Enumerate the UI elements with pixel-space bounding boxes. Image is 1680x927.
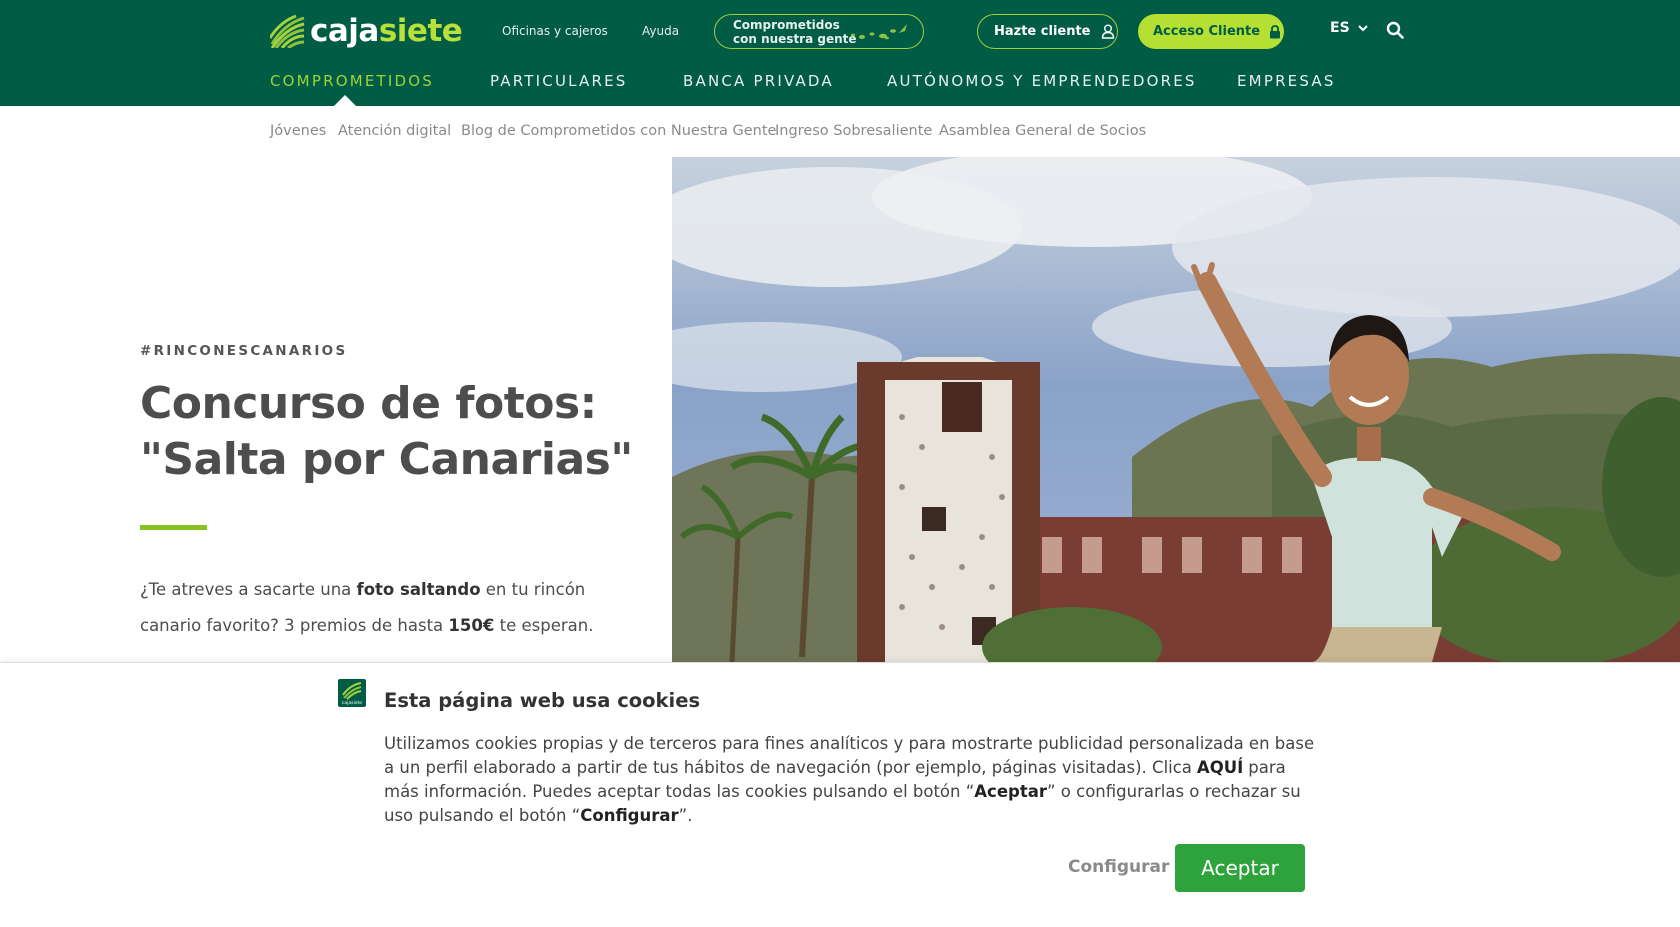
offices-link[interactable]: Oficinas y cajeros [502, 24, 608, 38]
cookie-text-part1: Utilizamos cookies propias y de terceros… [384, 734, 1315, 777]
hero-description: ¿Te atreves a sacarte una foto saltando … [140, 572, 640, 644]
hero-desc-bold1: foto saltando [356, 580, 481, 599]
logo-text: cajasiete [310, 13, 463, 49]
comprometidos-line1: Comprometidos [733, 18, 840, 32]
chevron-down-icon [1357, 24, 1368, 31]
cookie-more-info-link[interactable]: AQUÍ [1197, 758, 1243, 777]
language-label: ES [1330, 20, 1350, 36]
cookie-configure-button[interactable]: Configurar [1068, 857, 1169, 877]
logo-stripes-icon [270, 14, 305, 48]
hero-photo-illustration [672, 157, 1680, 662]
subnav-jovenes[interactable]: Jóvenes [270, 123, 326, 139]
hero-title: Concurso de fotos: "Salta por Canarias" [140, 376, 660, 488]
hazte-cliente-button[interactable]: Hazte cliente [977, 14, 1118, 49]
cookie-text-part4: ”. [678, 806, 693, 825]
subnav-ingreso-sobresaliente[interactable]: Ingreso Sobresaliente [775, 123, 932, 139]
hero-title-line1: Concurso de fotos: [140, 378, 597, 429]
logo-text-siete: siete [378, 13, 463, 49]
hero-hashtag: #RINCONESCANARIOS [140, 343, 348, 359]
cookie-text-config-bold: Configurar [580, 806, 679, 825]
nav-empresas[interactable]: EMPRESAS [1237, 72, 1336, 90]
cookie-accept-button[interactable]: Aceptar [1175, 844, 1305, 892]
cajasiete-logo[interactable]: cajasiete [270, 13, 463, 49]
site-header: cajasiete Oficinas y cajeros Ayuda Compr… [0, 0, 1680, 106]
subnav-asamblea[interactable]: Asamblea General de Socios [939, 123, 1146, 139]
help-link[interactable]: Ayuda [642, 24, 679, 38]
hero-desc-part3: te esperan. [494, 616, 594, 635]
hero-desc-part1: ¿Te atreves a sacarte una [140, 580, 357, 599]
hero-desc-bold2: 150€ [448, 616, 495, 635]
active-nav-indicator [334, 95, 356, 106]
comprometidos-badge[interactable]: Comprometidos con nuestra gente [714, 14, 924, 49]
nav-particulares[interactable]: PARTICULARES [490, 72, 628, 90]
subnav-atencion-digital[interactable]: Atención digital [338, 123, 451, 139]
cookie-text-accept-bold: Aceptar [974, 782, 1047, 801]
cookie-title: Esta página web usa cookies [384, 689, 701, 712]
user-icon [1101, 24, 1114, 39]
search-button[interactable] [1386, 21, 1404, 43]
hero-title-line2: "Salta por Canarias" [140, 434, 633, 485]
acceso-cliente-label: Acceso Cliente [1153, 24, 1261, 39]
search-icon [1386, 21, 1404, 39]
cookie-text: Utilizamos cookies propias y de terceros… [384, 732, 1324, 828]
cookie-logo-text: cajasiete [342, 700, 362, 706]
hero-photo [672, 157, 1680, 662]
lock-icon [1270, 24, 1281, 38]
nav-comprometidos[interactable]: COMPROMETIDOS [270, 72, 434, 90]
language-selector[interactable]: ES [1330, 20, 1368, 36]
comprometidos-badge-text: Comprometidos con nuestra gente [733, 18, 857, 46]
hazte-cliente-label: Hazte cliente [994, 24, 1091, 39]
logo-text-caja: caja [310, 13, 379, 49]
subnav-blog[interactable]: Blog de Comprometidos con Nuestra Gente [461, 123, 776, 139]
comprometidos-line2: con nuestra gente [733, 32, 857, 46]
hero-accent-line [140, 525, 207, 530]
nav-banca-privada[interactable]: BANCA PRIVADA [683, 72, 834, 90]
cajasiete-small-logo: cajasiete [338, 679, 366, 707]
acceso-cliente-button[interactable]: Acceso Cliente [1138, 14, 1284, 49]
canary-islands-icon [851, 24, 907, 40]
nav-autonomos[interactable]: AUTÓNOMOS Y EMPRENDEDORES [887, 72, 1197, 90]
